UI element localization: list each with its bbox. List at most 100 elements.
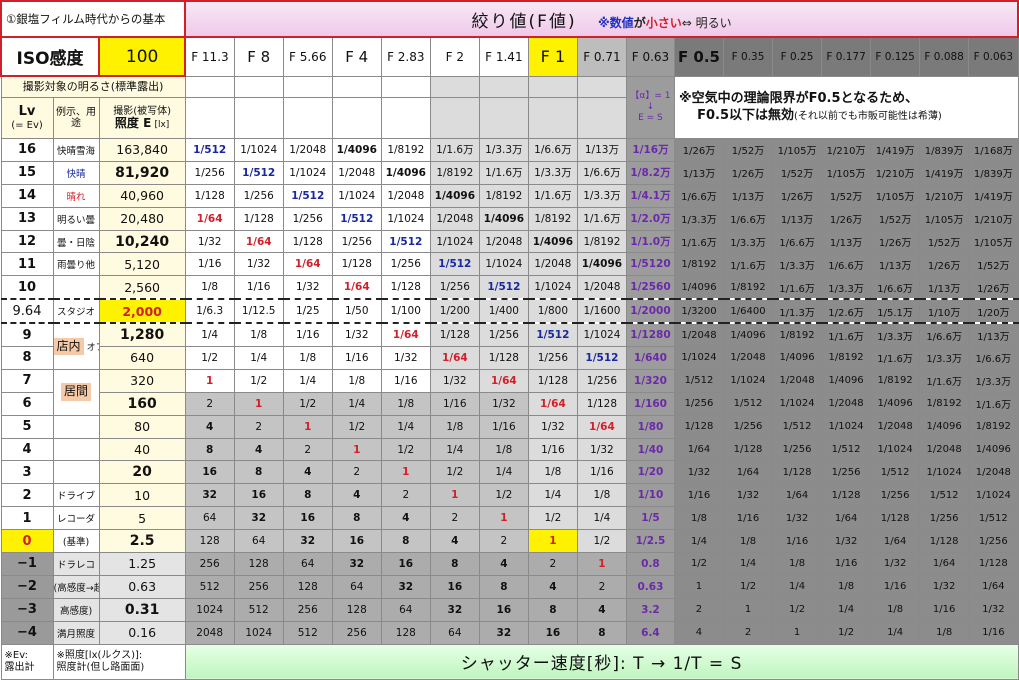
shutter-cell: 2: [576, 574, 627, 599]
shutter-cell: 1/2048: [968, 460, 1019, 485]
shutter-cell: 1: [380, 460, 431, 485]
shutter-cell: 1/8192: [380, 138, 431, 162]
shutter-cell: 1/64: [380, 322, 431, 348]
shutter-cell: 1/512: [576, 346, 627, 370]
shutter-cell: 1/4: [380, 414, 431, 439]
aperture-title: 絞り値(F値) ※数値が小さい⇔ 明るい: [184, 0, 1019, 38]
fnumber-header-2: F 5.66: [282, 36, 333, 77]
shutter-cell: 1/4: [673, 529, 725, 554]
lv-value: −1: [0, 552, 54, 576]
lv-value: 14: [0, 183, 54, 208]
footer-lux-note: ※照度[lx(ルクス)]: 照度計(但し路面面): [52, 643, 186, 680]
shutter-cell: 1/256: [919, 506, 970, 531]
table-row: 12 曇・日陰 10,240 1/32 1/64 1/128 1/256 1/512 1/102…: [0, 229, 1019, 254]
header-blank: [429, 97, 480, 139]
shutter-cell: 1/419万: [968, 183, 1019, 208]
shutter-cell: 2: [233, 414, 284, 439]
shutter-cell: 1/2: [527, 506, 578, 531]
shutter-cell: 2: [184, 391, 235, 416]
shutter-cell: 1/105万: [968, 229, 1019, 254]
shutter-cell: 1/256: [673, 391, 725, 416]
shutter-cell: 2: [527, 552, 578, 576]
illuminance-value: 10,240: [98, 229, 186, 254]
shutter-cell: 1/2048: [331, 160, 382, 185]
shutter-cell: 1/2.5: [625, 529, 675, 554]
shutter-cell: 1/64: [331, 275, 382, 301]
table-row: 1 レコーダ 5 64 32 16 8 4 2 1 1/2 1/4 1/5 1/8 1/16 1/32 1/64…: [0, 506, 1019, 531]
shutter-cell: 1/2048: [870, 414, 921, 439]
shutter-cell: 1/32: [821, 529, 872, 554]
shutter-cell: 1: [282, 414, 333, 439]
shutter-cell: 1/3.3万: [821, 275, 872, 301]
shutter-cell: 1/16: [282, 322, 333, 348]
fnumber-header-16: F 0.063: [968, 36, 1019, 77]
example-living-room: 居間: [52, 368, 100, 416]
shutter-cell: 1/256: [331, 229, 382, 254]
shutter-cell: 1/320: [625, 368, 675, 393]
example-label: [52, 414, 100, 439]
shutter-cell: 1/3.3万: [870, 322, 921, 348]
shutter-cell: 1/8: [821, 574, 872, 599]
shutter-cell: 2: [331, 460, 382, 485]
lv-value: 2: [0, 483, 54, 508]
shutter-cell: 1/4: [870, 620, 921, 645]
shutter-cell: 1/512: [478, 275, 529, 301]
shutter-cell: 1/64: [233, 229, 284, 254]
header-blank: [576, 75, 627, 98]
shutter-cell: 4: [184, 414, 235, 439]
shutter-cell: 1/8192: [429, 160, 480, 185]
shutter-cell: 4: [282, 460, 333, 485]
example-label: [52, 437, 100, 462]
example-label: ドライブ: [52, 483, 100, 508]
shutter-cell: 1/16: [673, 483, 725, 508]
header-blank: [527, 97, 578, 139]
shutter-cell: 1/128: [184, 183, 235, 208]
shutter-cell: 1/26万: [870, 229, 921, 254]
shutter-cell: 1/64: [722, 460, 774, 485]
illuminance-value: 2,560: [98, 275, 186, 301]
shutter-cell: 1/4096: [968, 437, 1019, 462]
shutter-cell: 1/2: [576, 529, 627, 554]
shutter-cell: 8: [282, 483, 333, 508]
illuminance-value: 160: [98, 391, 186, 416]
header-blank: [184, 97, 235, 139]
shutter-cell: 2: [282, 437, 333, 462]
shutter-cell: 1/13万: [772, 206, 823, 231]
shutter-cell: 1/1024: [380, 206, 431, 231]
shutter-cell: 1/26万: [919, 252, 970, 277]
shutter-cell: 1/256: [968, 529, 1019, 554]
example-label: [52, 275, 100, 301]
shutter-cell: 1/256: [772, 437, 823, 462]
shutter-cell: 16: [233, 483, 284, 508]
illuminance-value: 163,840: [98, 138, 186, 162]
shutter-cell: 1/128: [429, 322, 480, 348]
shutter-cell: 1/6.6万: [968, 346, 1019, 370]
shutter-cell: 1/128: [576, 391, 627, 416]
shutter-cell: 1/16: [233, 275, 284, 301]
shutter-cell: 1/32: [380, 346, 431, 370]
shutter-cell: 1/8: [576, 483, 627, 508]
shutter-cell: 1/4: [821, 597, 872, 622]
illuminance-value: 1,280: [98, 322, 186, 348]
shutter-cell: 1/128: [870, 506, 921, 531]
shutter-cell: 1/4: [282, 368, 333, 393]
shutter-cell: 1/16: [380, 368, 431, 393]
shutter-cell: 1: [184, 368, 235, 393]
shutter-cell: 1024: [184, 597, 235, 622]
shutter-cell: 1/128: [722, 437, 774, 462]
lv-value: 3: [0, 460, 54, 485]
shutter-cell: 1/2: [184, 346, 235, 370]
shutter-cell: 1: [331, 437, 382, 462]
shutter-cell: 1/2: [233, 368, 284, 393]
f063-note: 【α】= 1 ↓ E = S: [625, 75, 675, 139]
shutter-cell: 512: [282, 620, 333, 645]
iso-value[interactable]: 100: [98, 36, 187, 77]
shutter-cell: 1: [233, 391, 284, 416]
fnumber-header-9: F 0.63: [625, 36, 675, 77]
illuminance-value: 2.5: [98, 529, 186, 554]
shutter-cell: 1/4096: [576, 252, 627, 277]
shutter-cell: 1/4: [184, 322, 235, 348]
header-blank: [380, 75, 431, 98]
shutter-cell: 1/4096: [380, 160, 431, 185]
fnumber-header-11: F 0.35: [722, 36, 774, 77]
